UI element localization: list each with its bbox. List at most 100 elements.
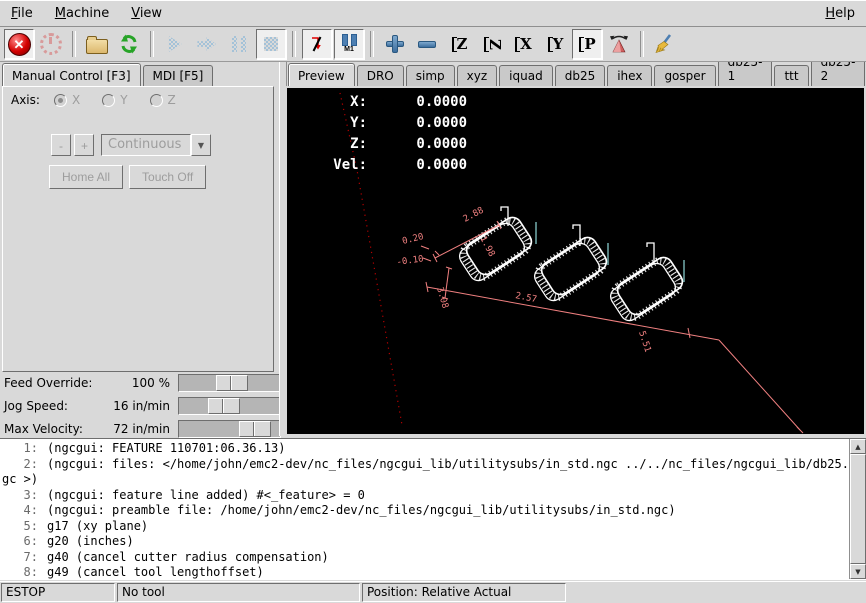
view-z-rotated-button[interactable]: Z [476, 29, 506, 59]
reload-file-button[interactable] [114, 29, 144, 59]
readout-x-value: 0.0000 [367, 94, 467, 115]
tab-iquad[interactable]: iquad [499, 65, 553, 86]
toolbar-separator [150, 31, 154, 57]
svg-text:-0.10: -0.10 [396, 254, 424, 268]
run-icon [167, 35, 183, 53]
readout-z-label: Z: [305, 136, 367, 157]
menubar: File Machine View Help [0, 0, 866, 27]
svg-text:5.51: 5.51 [636, 330, 652, 354]
jog-speed-label: Jog Speed: [0, 399, 108, 413]
feed-override-value: 100 % [108, 376, 178, 390]
jog-speed-slider[interactable] [178, 397, 281, 415]
open-folder-icon [86, 39, 108, 54]
axis-radio-z[interactable]: Z [150, 93, 176, 107]
step-icon [197, 35, 217, 53]
slider-group: Feed Override: 100 % Jog Speed: 16 in/mi… [0, 372, 279, 441]
tab-mdi-f5[interactable]: MDI [F5] [143, 65, 214, 86]
view-x-icon: X [512, 35, 534, 54]
tab-simp[interactable]: simp [406, 65, 455, 86]
run-button[interactable] [160, 29, 190, 59]
status-position-mode: Position: Relative Actual [362, 583, 566, 602]
view-p-button[interactable]: P [572, 29, 602, 59]
tab-db25[interactable]: db25 [555, 65, 606, 86]
readout-z-value: 0.0000 [367, 136, 467, 157]
touch-off-button[interactable]: Touch Off [129, 165, 206, 189]
tab-db25-2[interactable]: db25-2 [811, 62, 866, 86]
menu-file[interactable]: File [0, 2, 44, 25]
toolbar-separator [370, 31, 374, 57]
view-z-button[interactable]: Z [444, 29, 474, 59]
readout-vel-label: Vel: [305, 157, 367, 178]
gcode-scrollbar[interactable]: ▲ ▼ [849, 439, 866, 579]
feed-override-slider[interactable] [178, 374, 281, 392]
axis-radio-y[interactable]: Y [102, 93, 127, 107]
zoom-in-button[interactable] [380, 29, 410, 59]
max-velocity-label: Max Velocity: [0, 422, 108, 436]
axis-radio-x[interactable]: X [54, 93, 80, 107]
position-readout: X:0.0000 Y:0.0000 Z:0.0000 Vel:0.0000 [305, 94, 467, 178]
tab-gosper[interactable]: gosper [654, 65, 715, 86]
manual-control-frame: Axis: X Y Z - + [2, 86, 274, 372]
jog-mode-value: Continuous [101, 134, 191, 156]
tab-db25-1[interactable]: db25-1 [718, 62, 773, 86]
tab-preview[interactable]: Preview [288, 63, 355, 86]
tab-xyz[interactable]: xyz [457, 65, 498, 86]
zoom-in-icon [386, 35, 404, 53]
home-all-button[interactable]: Home All [49, 165, 123, 189]
jog-speed-handle[interactable] [208, 398, 240, 414]
jog-mode-combobox[interactable]: Continuous ▼ [101, 134, 211, 156]
toolbar: ✕M1ZZXYP [0, 27, 866, 62]
view-p-icon: P [576, 35, 597, 54]
tab-ihex[interactable]: ihex [607, 65, 652, 86]
tab-dro[interactable]: DRO [357, 65, 404, 86]
pause-button[interactable] [224, 29, 254, 59]
dimension-lines [421, 221, 803, 433]
axis-z-label: Z [168, 93, 176, 107]
preview-canvas[interactable]: 0.20 -0.10 2.88 1.98 3.08 2.57 5.51 X:0.… [287, 88, 864, 434]
menu-help[interactable]: Help [814, 2, 866, 25]
gcode-line: 4:(ngcgui: preamble file: /home/john/emc… [0, 503, 849, 519]
radio-x-icon [54, 94, 67, 107]
clear-plot-button[interactable] [650, 29, 680, 59]
view-x-button[interactable]: X [508, 29, 538, 59]
open-file-button[interactable] [82, 29, 112, 59]
preview-tabbar: PreviewDROsimpxyziquaddb25ihexgosperdb25… [288, 62, 866, 86]
machine-power-button[interactable] [36, 29, 66, 59]
jog-minus-button[interactable]: - [51, 134, 71, 156]
left-tabbar: Manual Control [F3]MDI [F5] [2, 62, 279, 86]
skip-lines-toggle[interactable] [302, 29, 332, 59]
view-z-rotated-icon: Z [481, 35, 502, 54]
scrollbar-thumb[interactable] [850, 454, 866, 564]
step-button[interactable] [192, 29, 222, 59]
pause-icon [232, 36, 246, 52]
readout-y-value: 0.0000 [367, 115, 467, 136]
max-velocity-value: 72 in/min [108, 422, 178, 436]
scroll-up-icon[interactable]: ▲ [850, 439, 866, 454]
scroll-down-icon[interactable]: ▼ [850, 564, 866, 579]
chevron-down-icon[interactable]: ▼ [191, 134, 211, 156]
toolpath-pocket [531, 225, 610, 304]
svg-text:2.57: 2.57 [514, 291, 537, 305]
estop-icon: ✕ [8, 33, 31, 56]
menu-machine[interactable]: Machine [44, 2, 120, 25]
tab-ttt[interactable]: ttt [774, 65, 808, 86]
tab-manual-control-f3[interactable]: Manual Control [F3] [2, 63, 141, 86]
max-velocity-handle[interactable] [239, 421, 271, 437]
main-area: Manual Control [F3]MDI [F5] Axis: X Y Z [0, 62, 866, 436]
jog-plus-button[interactable]: + [74, 134, 94, 156]
toolpath-pocket [607, 243, 686, 324]
optional-pause-toggle[interactable]: M1 [334, 29, 364, 59]
preview-panel: PreviewDROsimpxyziquaddb25ihexgosperdb25… [285, 62, 866, 436]
zoom-out-button[interactable] [412, 29, 442, 59]
rotate-view-icon [608, 34, 630, 54]
view-y-button[interactable]: Y [540, 29, 570, 59]
rotate-view-button[interactable] [604, 29, 634, 59]
skip-lines-icon [307, 34, 327, 54]
max-velocity-slider[interactable] [178, 420, 281, 438]
estop-button[interactable]: ✕ [4, 29, 34, 59]
stop-button[interactable] [256, 29, 286, 59]
menu-view[interactable]: View [120, 2, 173, 25]
svg-text:2.88: 2.88 [462, 206, 486, 225]
view-z-icon: Z [449, 35, 470, 54]
feed-override-handle[interactable] [216, 375, 248, 391]
